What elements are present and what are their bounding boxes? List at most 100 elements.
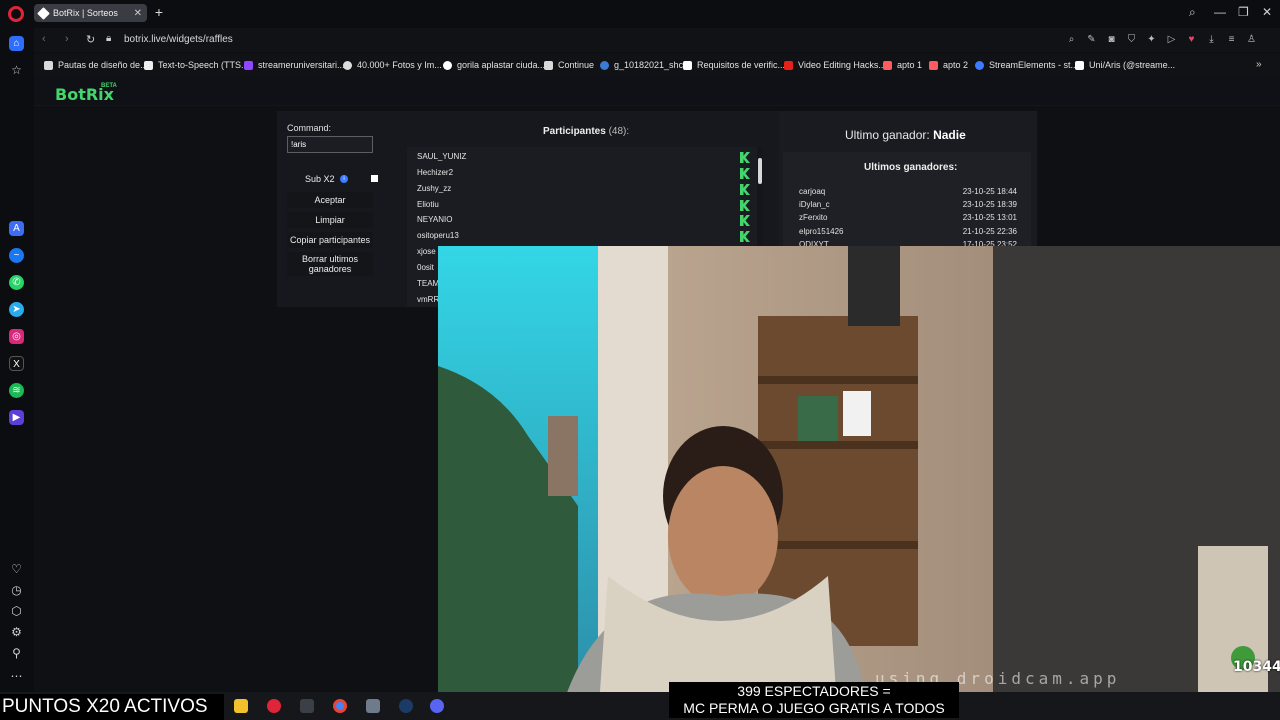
whatsapp-icon[interactable]: ✆ (9, 275, 24, 290)
messenger-icon[interactable]: ~ (9, 248, 24, 263)
recent-winners-heading: Ultimos ganadores: (864, 162, 958, 173)
streamelements-icon (975, 60, 984, 70)
bookmark-item[interactable]: Pautas de diseño de... (44, 60, 148, 70)
aria-icon[interactable]: A (9, 221, 24, 236)
file-explorer-icon[interactable] (234, 699, 248, 713)
speed-dial-icon[interactable]: ☆ (10, 64, 23, 77)
edit-icon[interactable]: ✎ (1086, 34, 1097, 45)
bookmark-item[interactable]: Text-to-Speech (TTS... (144, 60, 249, 70)
opera-logo-icon[interactable] (8, 6, 24, 22)
steam-icon[interactable] (399, 699, 413, 713)
play-icon[interactable]: ▷ (1166, 34, 1177, 45)
profile-icon[interactable]: ♙ (1246, 34, 1257, 45)
participants-title: Participantes (48): (543, 126, 630, 137)
download-icon[interactable]: ⤓ (1206, 34, 1217, 45)
scrollbar-thumb[interactable] (758, 158, 762, 184)
x-twitter-icon[interactable]: X (9, 356, 24, 371)
browser-titlebar: BotRix | Sorteos ✕ + ⌕ — ❐ ✕ (0, 0, 1280, 28)
url-field[interactable]: 🔒︎ botrix.live/widgets/raffles (100, 31, 1230, 49)
banner-line-1: 399 ESPECTADORES = (737, 683, 891, 699)
last-winner: Ultimo ganador: Nadie (845, 128, 966, 142)
sub-x2-checkbox[interactable] (371, 175, 378, 182)
back-icon[interactable]: ‹ (42, 33, 46, 45)
recent-winners-box: Ultimos ganadores: carjoaq 23-10-25 18:44… (783, 152, 1031, 252)
bookmark-item[interactable]: Video Editing Hacks... (784, 60, 886, 70)
minimize-icon[interactable]: — (1214, 5, 1226, 19)
bookmark-item[interactable]: 40.000+ Fotos y Im... (343, 60, 442, 70)
app-icon[interactable] (300, 699, 314, 713)
close-window-icon[interactable]: ✕ (1262, 5, 1272, 19)
camera-icon[interactable]: ◙ (1106, 34, 1117, 45)
browser-tab[interactable]: BotRix | Sorteos ✕ (34, 4, 147, 22)
bookmark-item[interactable]: g_10182021_shcc (600, 60, 688, 70)
airbnb-icon (929, 60, 938, 70)
settings-icon[interactable]: ⚙ (10, 626, 23, 639)
winner-row: elpro151426 21-10-25 22:36 (799, 227, 1017, 236)
kick-icon (740, 215, 750, 226)
search-tabs-icon[interactable]: ⌕ (1189, 5, 1196, 20)
copy-participants-button[interactable]: Copiar participantes (287, 232, 373, 248)
list-item: SAUL_YUNIZ (417, 152, 750, 163)
kick-icon (740, 152, 750, 163)
bookmark-item[interactable]: Uni/Aris (@streame... (1075, 60, 1175, 70)
viewers-banner: 399 ESPECTADORES = MC PERMA O JUEGO GRAT… (669, 682, 959, 718)
home-icon[interactable]: ⌂ (9, 36, 24, 51)
more-icon[interactable]: ⋯ (10, 670, 23, 683)
bookmark-item[interactable]: Requisitos de verific... (683, 60, 785, 70)
search-icon[interactable]: ⌕ (1066, 34, 1077, 45)
tiktok-icon (1075, 60, 1084, 70)
raffle-controls: Command: Sub X2 i Aceptar Limpiar Copiar… (287, 123, 378, 276)
kick-icon (740, 168, 750, 179)
tab-title: BotRix | Sorteos (53, 8, 118, 18)
bookmark-item[interactable]: apto 1 (883, 60, 922, 70)
window-app-icon[interactable] (366, 699, 380, 713)
bookmark-item[interactable]: gorila aplastar ciuda... (443, 60, 545, 70)
building (548, 416, 578, 496)
heart-icon[interactable]: ♥ (1186, 34, 1197, 45)
discord-icon[interactable] (430, 699, 444, 713)
winner-row: iDylan_c 23-10-25 18:39 (799, 200, 1017, 209)
bookmark-item[interactable]: streameruniversitari... (244, 60, 345, 70)
new-tab-icon[interactable]: + (152, 4, 166, 20)
bookmark-item[interactable]: apto 2 (929, 60, 968, 70)
menu-icon[interactable]: ≡ (1226, 34, 1237, 45)
clear-button[interactable]: Limpiar (287, 212, 373, 228)
maximize-icon[interactable]: ❐ (1238, 5, 1249, 19)
url-text[interactable]: botrix.live/widgets/raffles (124, 34, 233, 45)
botrix-tab-icon (37, 6, 50, 20)
favorites-icon[interactable]: ♡ (10, 563, 23, 576)
graphics-card-box (848, 246, 900, 326)
forward-icon[interactable]: › (65, 33, 69, 45)
opera-sidebar: ⌂ ☆ A ~ ✆ ➤ ◎ X ≋ ▶ ♡ ◷ ⬡ ⚙ ⚲ ⋯ (0, 28, 34, 692)
spotify-icon[interactable]: ≋ (9, 383, 24, 398)
extensions-box-icon[interactable]: ⬡ (10, 605, 23, 618)
command-input[interactable] (287, 136, 373, 153)
viewer-count: 10344 (1233, 659, 1280, 675)
tab-close-icon[interactable]: ✕ (134, 8, 142, 19)
bookmark-item[interactable]: StreamElements - st... (975, 60, 1078, 70)
extensions-icon[interactable]: ✦ (1146, 34, 1157, 45)
more-bookmarks-icon[interactable]: » (1256, 59, 1262, 70)
opera-taskbar-icon[interactable] (267, 699, 281, 713)
delete-winners-button[interactable]: Borrar ultimos ganadores (287, 252, 373, 276)
player-icon[interactable]: ▶ (9, 410, 24, 425)
list-item: Zushy_zz (417, 184, 750, 195)
info-icon[interactable]: i (340, 175, 348, 183)
tips-icon[interactable]: ⚲ (10, 647, 23, 660)
document-icon (44, 60, 53, 70)
accept-button[interactable]: Aceptar (287, 192, 373, 208)
chrome-icon[interactable] (333, 699, 347, 713)
bookmark-item[interactable]: Continue (544, 60, 594, 70)
telegram-icon[interactable]: ➤ (9, 302, 24, 317)
document-icon (544, 60, 553, 70)
sub-x2-label: Sub X2 (305, 174, 335, 184)
shield-icon[interactable]: ⛉ (1126, 34, 1137, 45)
reload-icon[interactable]: ↻ (86, 33, 95, 46)
participants-count: (48): (608, 126, 630, 137)
winner-row: carjoaq 23-10-25 18:44 (799, 187, 1017, 196)
beta-badge: BETA (101, 83, 117, 89)
history-icon[interactable]: ◷ (10, 584, 23, 597)
list-item: Eliotiu (417, 200, 750, 211)
instagram-icon[interactable]: ◎ (9, 329, 24, 344)
twitch-icon (244, 60, 253, 70)
